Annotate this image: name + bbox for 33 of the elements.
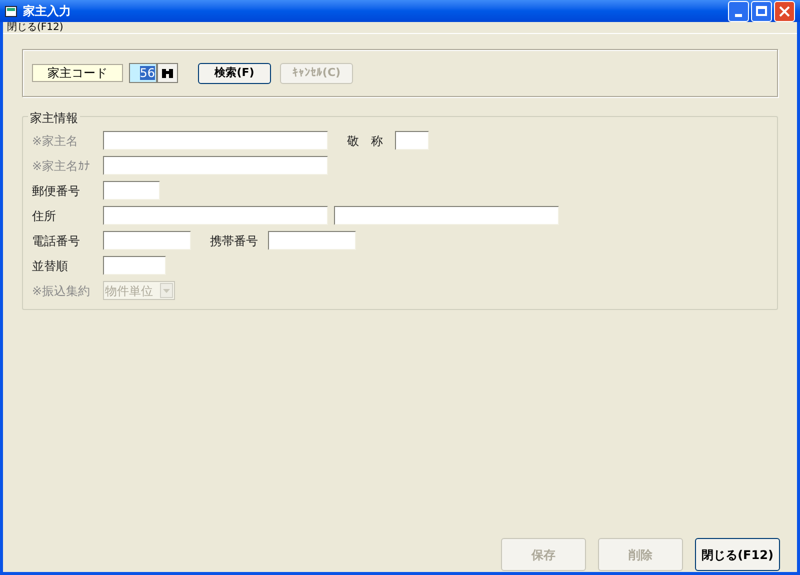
input-field[interactable] [103,206,328,225]
input-field[interactable] [103,181,160,200]
input-field[interactable] [268,231,356,250]
field-label: 電話番号 [32,232,81,250]
code-label: 家主コード [32,64,123,82]
input-field[interactable] [103,131,328,150]
field-label: 郵便番号 [32,182,81,200]
button[interactable]: 検索(F) [198,62,271,84]
field-label: 並替順 [32,258,69,274]
binoculars-icon [161,68,174,78]
field-label: ※家主名 [32,132,80,150]
binoculars-button[interactable] [157,63,178,83]
minimize-button[interactable] [728,0,749,22]
field-label: 住所 [32,208,57,224]
input-field[interactable] [103,231,191,250]
code-field[interactable]: 56 [129,63,157,83]
input-field[interactable] [103,156,328,175]
field-label: 敬 称 [347,132,384,150]
app-icon [5,6,17,16]
maximize-button[interactable] [751,0,772,22]
field-label: ※家主名ｶﾅ [32,158,92,174]
close-button[interactable] [774,0,795,22]
field-label: 携帯番号 [210,232,259,250]
group-title: 家主情報 [28,109,80,127]
code-value: 56 [140,66,155,80]
close-icon [779,6,790,16]
menu-item[interactable]: 閉じる(F12) [7,22,64,34]
input-field[interactable] [103,256,166,275]
button[interactable]: 閉じる(F12) [695,538,780,571]
input-field[interactable] [395,131,429,150]
input-field[interactable] [334,206,559,225]
window-title: 家主入力 [23,3,71,20]
field-label: ※振込集約 [32,282,92,300]
